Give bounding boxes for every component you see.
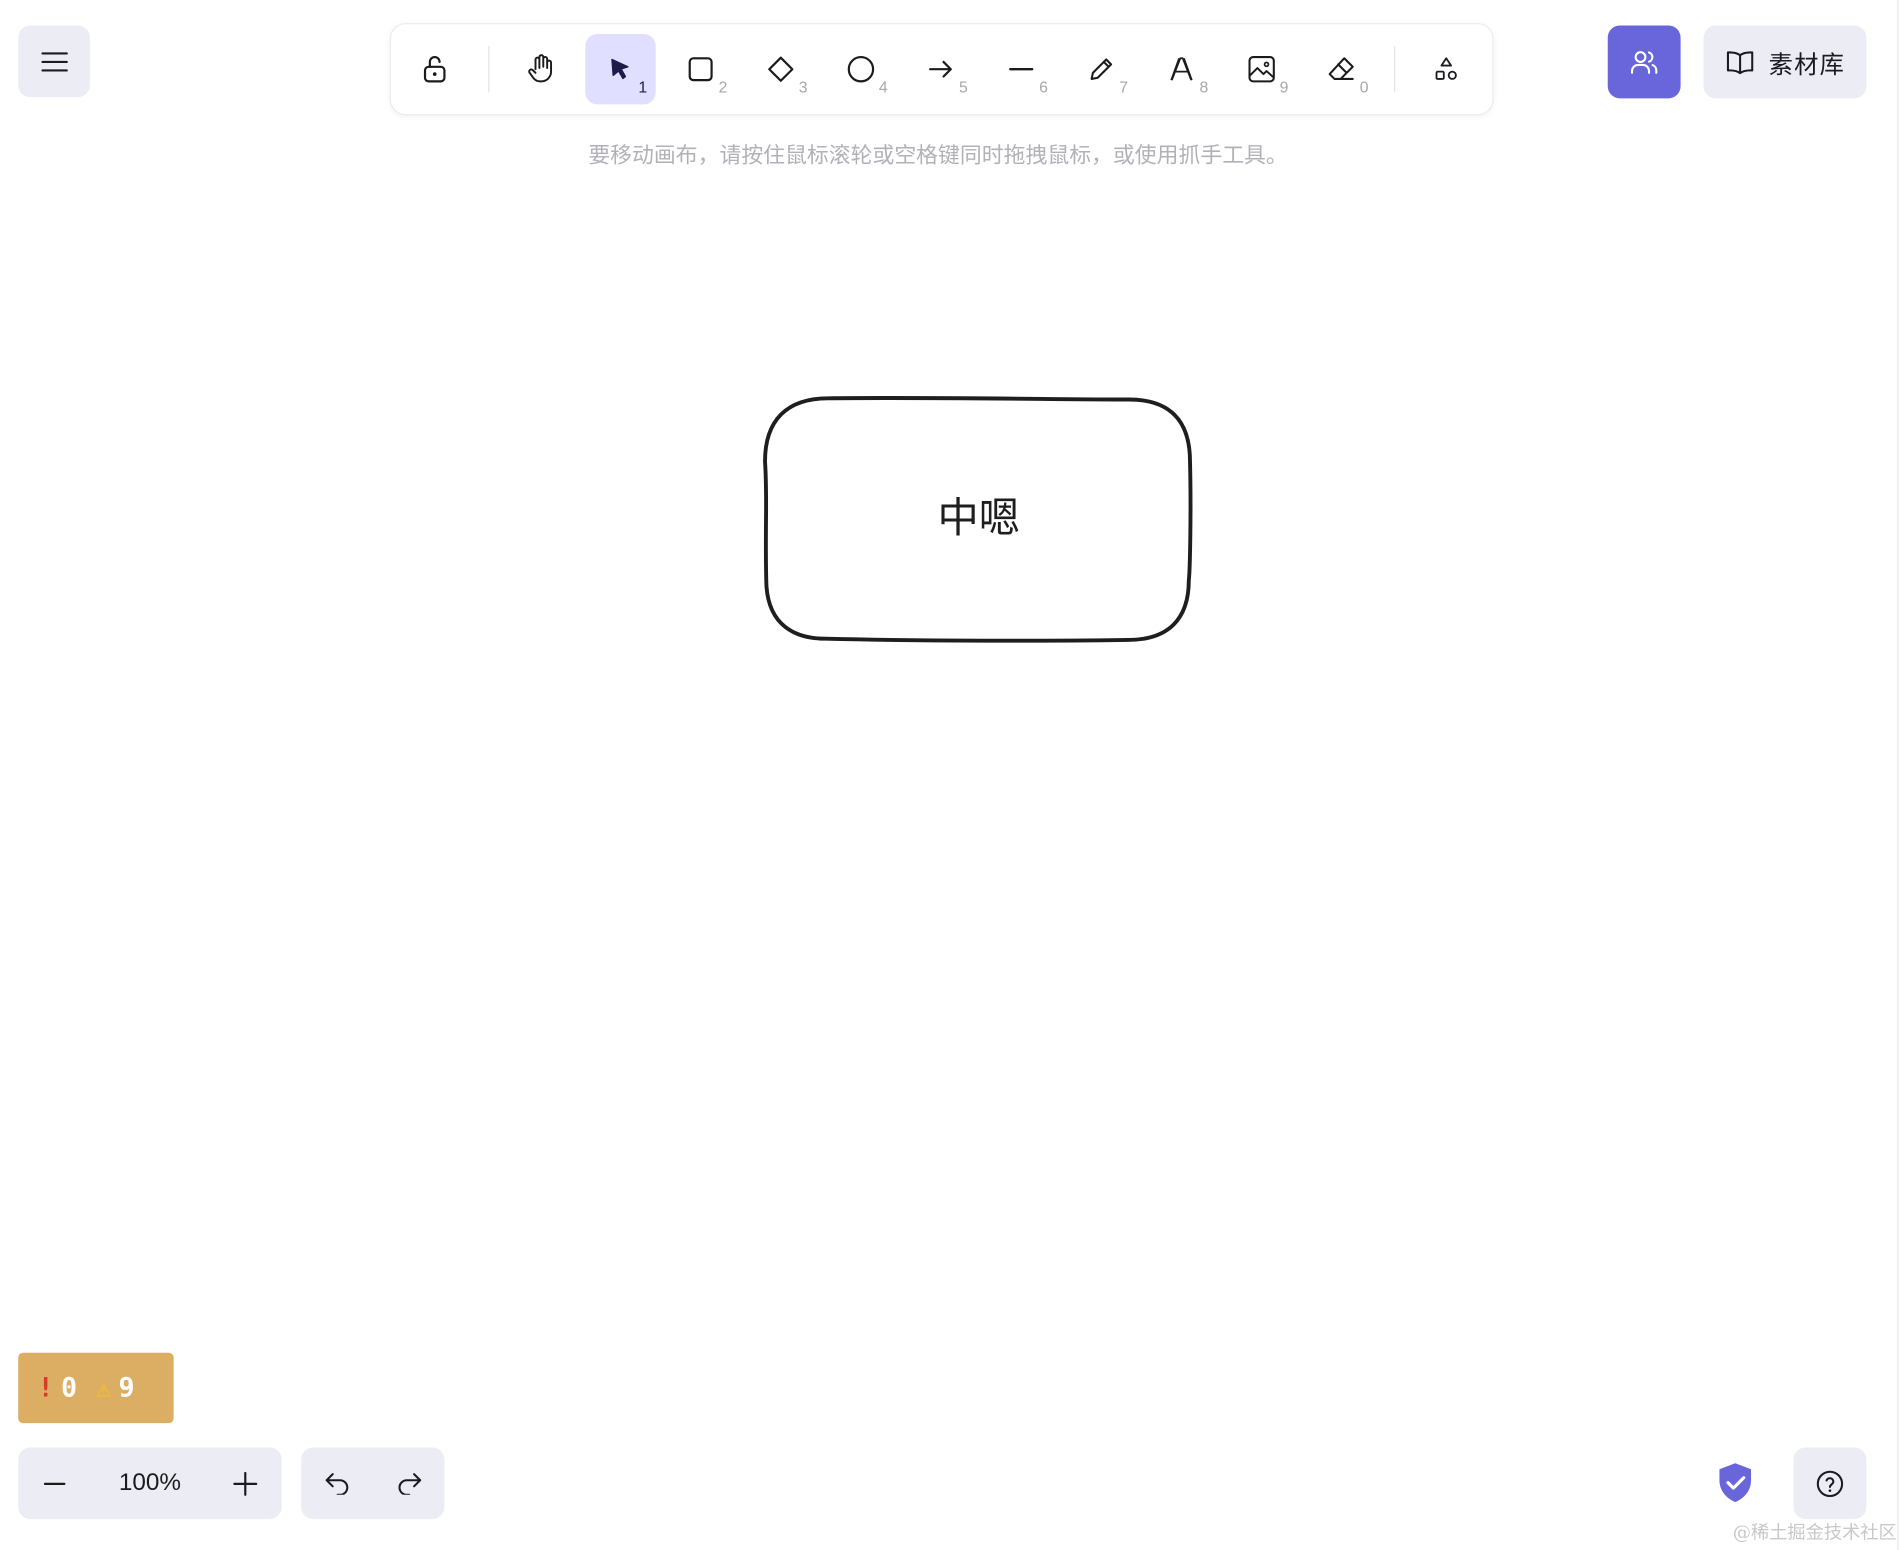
dev-status-badge[interactable]: ! 0 ⚠ 9	[18, 1352, 174, 1424]
zoom-in-button[interactable]	[226, 1464, 265, 1503]
drawing-canvas[interactable]: 中嗯	[0, 0, 1904, 1550]
plus-icon	[233, 1471, 258, 1496]
shield-check-icon	[1719, 1463, 1752, 1503]
help-button[interactable]	[1793, 1447, 1867, 1520]
warning-icon: ⚠	[96, 1373, 112, 1403]
undo-icon	[325, 1472, 348, 1495]
scrollbar-edge	[1896, 0, 1900, 1550]
question-circle-icon	[1816, 1470, 1844, 1497]
encryption-shield[interactable]	[1717, 1462, 1753, 1509]
warning-count: 9	[118, 1372, 135, 1404]
minus-icon	[43, 1482, 66, 1485]
zoom-out-button[interactable]	[35, 1464, 74, 1503]
zoom-level[interactable]: 100%	[119, 1469, 181, 1497]
redo-button[interactable]	[384, 1459, 433, 1508]
error-count: 0	[61, 1372, 78, 1404]
app-root: 1 2 3 4 5 6 7 8 9 0 素材库 要移动画布，请按住鼠标滚轮或空格…	[0, 0, 1904, 1550]
watermark: @稀土掘金技术社区	[1732, 1521, 1897, 1544]
canvas-shape-text[interactable]: 中嗯	[937, 494, 1020, 542]
redo-icon	[397, 1472, 421, 1495]
zoom-controls: 100%	[18, 1447, 282, 1520]
history-controls	[301, 1447, 445, 1520]
undo-button[interactable]	[313, 1459, 362, 1508]
error-icon: !	[37, 1372, 54, 1404]
